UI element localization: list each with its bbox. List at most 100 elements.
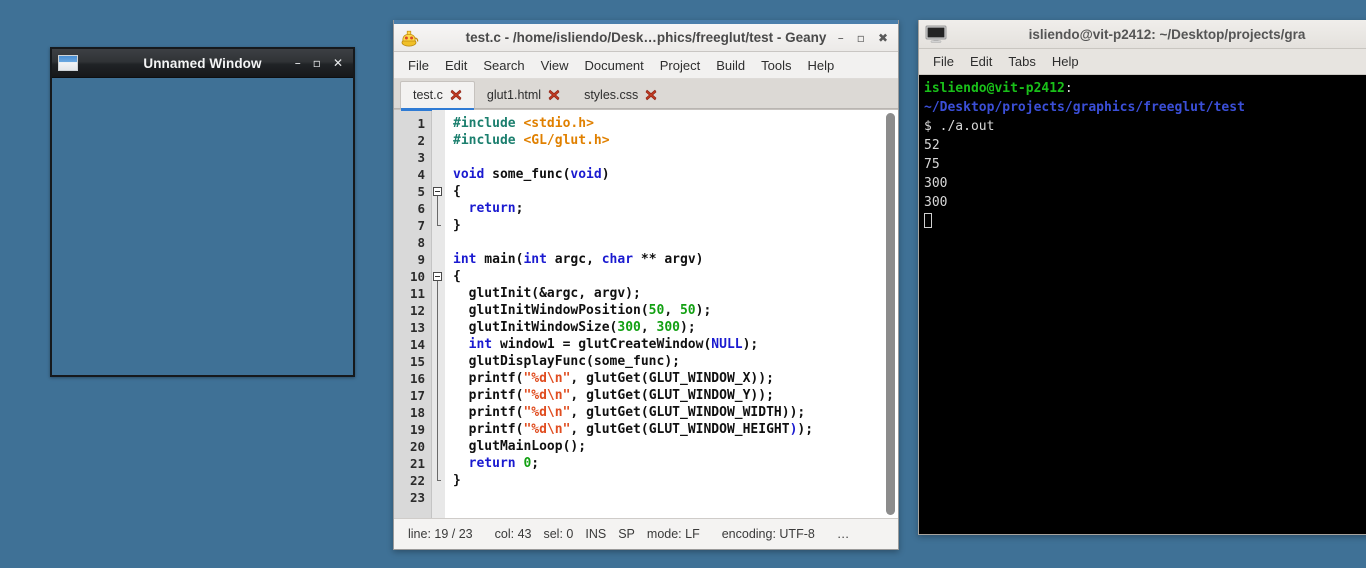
code-token: printf(: [453, 405, 524, 420]
code-line: #include <GL/glut.h>: [453, 132, 883, 149]
document-tab-glut1-html[interactable]: glut1.html: [475, 81, 572, 108]
editor-vertical-scrollbar[interactable]: [883, 110, 898, 518]
terminal-menu-item-file[interactable]: File: [925, 51, 962, 72]
code-line: int main(int argc, char ** argv): [453, 251, 883, 268]
menu-item-search[interactable]: Search: [475, 55, 532, 76]
code-line: printf("%d\n", glutGet(GLUT_WINDOW_X));: [453, 370, 883, 387]
code-fold-margin[interactable]: [432, 110, 445, 518]
fold-connector-end: [437, 472, 441, 481]
line-number: 1: [417, 116, 425, 131]
fold-row: [432, 285, 445, 302]
terminal-output[interactable]: isliendo@vit-p2412: ~/Desktop/projects/gr…: [919, 75, 1366, 534]
line-number: 5: [417, 184, 425, 199]
terminal-window[interactable]: isliendo@vit-p2412: ~/Desktop/projects/g…: [918, 20, 1366, 535]
code-token: return: [468, 456, 516, 471]
code-token: , glutGet(GLUT_WINDOW_X));: [570, 371, 774, 386]
close-icon[interactable]: ✖: [878, 32, 888, 44]
fold-row[interactable]: [432, 268, 445, 287]
code-token: }: [453, 473, 461, 488]
code-token: );: [797, 422, 814, 437]
code-token: );: [695, 303, 712, 318]
geany-titlebar[interactable]: test.c - /home/isliendo/Desk…phics/freeg…: [394, 24, 898, 52]
code-token: "%d\n": [523, 388, 571, 403]
code-token: argc,: [546, 252, 602, 267]
code-line: printf("%d\n", glutGet(GLUT_WINDOW_HEIGH…: [453, 421, 883, 438]
fold-row: [432, 438, 445, 455]
document-tab-test-c[interactable]: test.c: [400, 81, 475, 111]
line-number: 12: [409, 303, 425, 318]
status-eol-mode: mode: LF: [646, 527, 700, 541]
code-line: glutDisplayFunc(some_func);: [453, 353, 883, 370]
terminal-menu-item-edit[interactable]: Edit: [962, 51, 1000, 72]
maximize-icon[interactable]: ▫: [857, 32, 865, 44]
code-token: window1 = glutCreateWindow(: [492, 337, 712, 352]
code-token: int: [523, 252, 547, 267]
status-col: col: 43: [494, 527, 532, 541]
code-token: NULL: [711, 337, 743, 352]
line-number: 3: [417, 150, 425, 165]
line-number: 6: [417, 201, 425, 216]
geany-window-controls: – ▫ ✖: [838, 32, 893, 44]
fold-row: [432, 319, 445, 336]
menu-item-edit[interactable]: Edit: [437, 55, 475, 76]
terminal-titlebar[interactable]: isliendo@vit-p2412: ~/Desktop/projects/g…: [919, 20, 1366, 49]
minimize-icon[interactable]: –: [838, 32, 844, 44]
code-token: <stdio.h>: [523, 116, 594, 131]
glut-render-canvas[interactable]: [52, 78, 353, 375]
close-icon[interactable]: ✕: [333, 57, 343, 69]
menu-item-help[interactable]: Help: [800, 55, 843, 76]
code-token: , glutGet(GLUT_WINDOW_HEIGHT: [570, 422, 790, 437]
code-token: int: [468, 337, 493, 352]
terminal-menu-item-tabs[interactable]: Tabs: [1000, 51, 1043, 72]
fold-connector-end: [437, 217, 441, 226]
tab-label: glut1.html: [486, 87, 542, 102]
terminal-menu-item-help[interactable]: Help: [1044, 51, 1087, 72]
status-sel: sel: 0: [543, 527, 574, 541]
tab-close-icon[interactable]: [548, 89, 560, 101]
fold-row: [432, 149, 445, 166]
tab-close-icon[interactable]: [645, 89, 657, 101]
menu-item-project[interactable]: Project: [652, 55, 708, 76]
fold-row: [432, 455, 445, 472]
line-number: 17: [409, 388, 425, 403]
fold-row: [432, 370, 445, 387]
code-line: return;: [453, 200, 883, 217]
glut-unnamed-window[interactable]: Unnamed Window – ▫ ✕: [50, 47, 355, 377]
code-text-area[interactable]: #include <stdio.h> #include <GL/glut.h> v…: [445, 110, 883, 518]
status-indent-type: SP: [618, 527, 635, 541]
code-token: glutMainLoop();: [453, 439, 587, 454]
menu-item-file[interactable]: File: [400, 55, 437, 76]
menu-item-view[interactable]: View: [533, 55, 577, 76]
line-number: 9: [417, 252, 425, 267]
fold-row: [432, 251, 445, 268]
fold-connector: [437, 336, 438, 353]
status-encoding: encoding: UTF-8: [721, 527, 815, 541]
menu-item-build[interactable]: Build: [708, 55, 753, 76]
terminal-text: 300: [924, 195, 948, 210]
menu-item-tools[interactable]: Tools: [753, 55, 799, 76]
code-token: }: [453, 218, 461, 233]
geany-window[interactable]: test.c - /home/isliendo/Desk…phics/freeg…: [393, 20, 899, 550]
line-number: 23: [409, 490, 425, 505]
code-token: ,: [664, 303, 680, 318]
code-token: "%d\n": [523, 371, 571, 386]
document-tab-styles-css[interactable]: styles.css: [572, 81, 669, 108]
minimize-icon[interactable]: –: [295, 57, 301, 69]
maximize-icon[interactable]: ▫: [313, 57, 321, 69]
fold-collapse-icon[interactable]: [433, 187, 442, 196]
geany-editor[interactable]: 1 2 3 4 5 6 7 8 9 10 11 12 13 14 15 16 17 18 19 20 21 22 23 #i…: [394, 109, 898, 518]
code-token: 300: [617, 320, 641, 335]
tab-close-icon[interactable]: [450, 89, 462, 101]
glut-window-titlebar[interactable]: Unnamed Window – ▫ ✕: [52, 49, 353, 78]
line-number: 8: [417, 235, 425, 250]
code-token: glutInitWindowPosition(: [453, 303, 649, 318]
scrollbar-thumb[interactable]: [886, 113, 895, 515]
fold-collapse-icon[interactable]: [433, 272, 442, 281]
menu-item-document[interactable]: Document: [577, 55, 652, 76]
fold-row: [432, 472, 445, 489]
fold-row[interactable]: [432, 183, 445, 202]
terminal-cursor-line: [924, 212, 1366, 231]
fold-connector: [437, 319, 438, 336]
code-token: printf(: [453, 388, 524, 403]
